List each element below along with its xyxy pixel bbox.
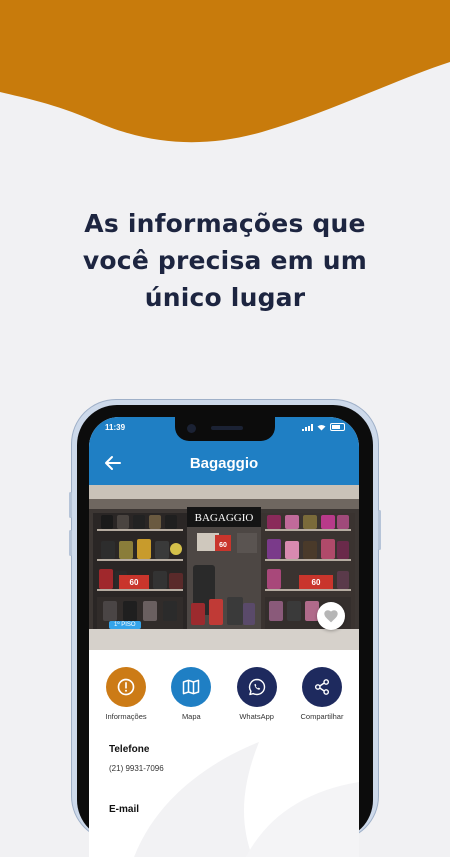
action-buttons: Informações Mapa WhatsApp Compartilhar [95, 667, 353, 721]
store-sign: BAGAGGIO [195, 512, 254, 524]
app-screen: 11:39 Bagaggio 60 BAGAGGIO 60 60 1º PISO… [89, 417, 359, 857]
signal-icon [302, 423, 313, 431]
header-wave [0, 0, 450, 143]
share-label: Compartilhar [300, 712, 344, 721]
sale-tag-center: 60 [219, 542, 227, 549]
phone-label: Telefone [109, 744, 150, 755]
headline-line-1: As informações que [84, 209, 366, 238]
heart-icon [324, 610, 338, 623]
info-action[interactable]: Informações [95, 667, 157, 721]
storefront-photo: 60 BAGAGGIO 60 60 1º PISO [89, 485, 359, 650]
map-label: Mapa [181, 712, 201, 721]
battery-icon [330, 423, 345, 431]
phone-bezel: 11:39 Bagaggio 60 BAGAGGIO 60 60 1º PISO… [77, 405, 373, 857]
phone-side-button [378, 510, 381, 550]
store-title: Bagaggio [189, 455, 259, 472]
phone-notch [175, 417, 275, 441]
phone-value[interactable]: (21) 9931-7096 [109, 764, 164, 773]
headline: As informações que você precisa em um ún… [0, 205, 450, 316]
status-icons [302, 423, 345, 431]
map-icon [183, 679, 200, 695]
speaker-grille [211, 426, 243, 430]
camera-icon [187, 424, 196, 433]
phone-mockup: 11:39 Bagaggio 60 BAGAGGIO 60 60 1º PISO… [69, 400, 381, 857]
favorite-button[interactable] [317, 602, 345, 630]
whatsapp-icon [248, 678, 265, 696]
share-button[interactable] [301, 667, 342, 707]
email-label: E-mail [109, 804, 140, 815]
status-time: 11:39 [105, 423, 126, 432]
whatsapp-action[interactable]: WhatsApp [226, 667, 288, 721]
info-icon [117, 678, 135, 696]
info-label: Informações [105, 712, 147, 721]
whatsapp-button[interactable] [236, 667, 277, 707]
phone-side-button [69, 492, 72, 518]
sale-tag-right: 60 [312, 578, 321, 587]
wifi-icon [317, 424, 326, 430]
whatsapp-label: WhatsApp [239, 712, 274, 721]
phone-side-button [69, 530, 72, 556]
headline-line-2: você precisa em um [82, 246, 368, 275]
map-button[interactable] [171, 667, 212, 707]
map-action[interactable]: Mapa [160, 667, 222, 721]
info-button[interactable] [106, 667, 146, 707]
share-action[interactable]: Compartilhar [291, 667, 353, 721]
floor-badge: 1º PISO [109, 621, 141, 629]
share-icon [314, 679, 330, 695]
store-details: Informações Mapa WhatsApp Compartilhar T… [89, 652, 359, 857]
headline-line-3: único lugar [144, 283, 306, 312]
sale-tag-left: 60 [130, 578, 139, 587]
